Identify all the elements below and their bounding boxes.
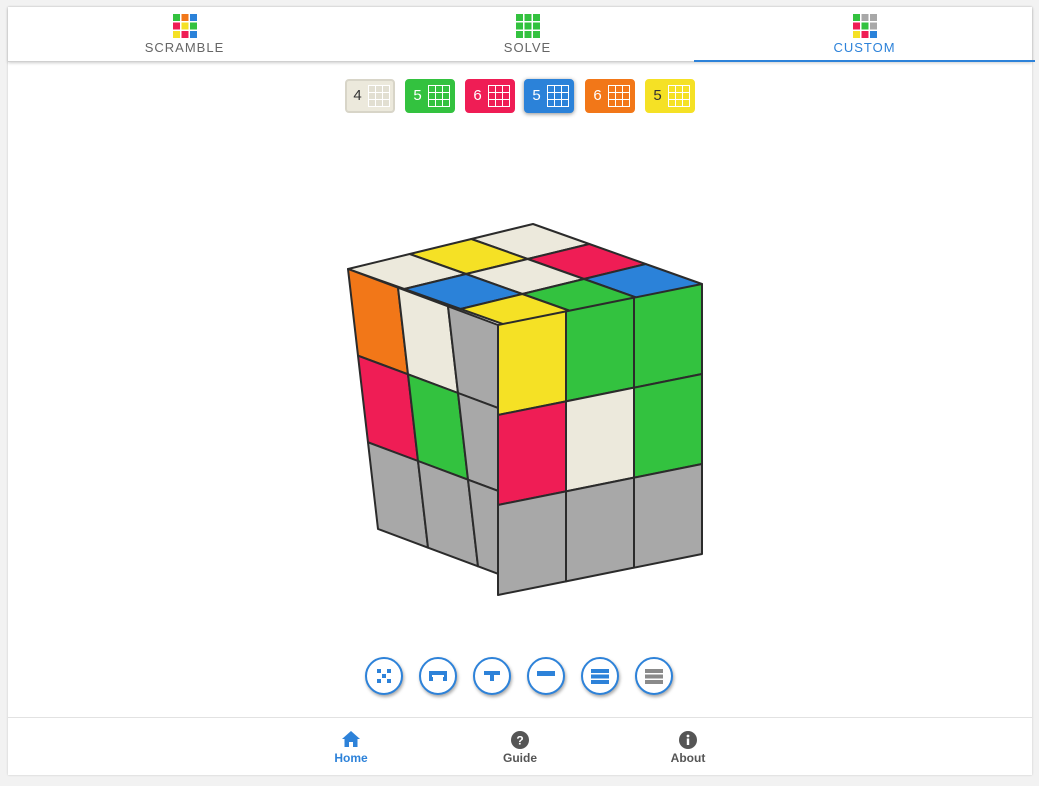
home-icon (342, 731, 360, 747)
first-layer-button[interactable] (527, 657, 565, 695)
cube-3d-view[interactable] (8, 7, 1032, 647)
right-face-sticker[interactable] (633, 283, 703, 389)
full-cube-icon (645, 669, 663, 684)
layer-top-edges-icon (484, 671, 500, 681)
nav-label: Home (334, 751, 368, 765)
two-layers-icon (591, 669, 609, 684)
bottom-navigation: Home ? Guide About (8, 717, 1032, 775)
top-edges-button[interactable] (473, 657, 511, 695)
scatter-button[interactable] (365, 657, 403, 695)
question-icon: ? (511, 731, 529, 749)
full-cube-button[interactable] (635, 657, 673, 695)
right-face-sticker[interactable] (565, 296, 635, 403)
layer-corners-icon (429, 671, 447, 681)
right-face-sticker[interactable] (633, 463, 703, 569)
first-layer-icon (537, 671, 555, 676)
nav-label: About (670, 751, 706, 765)
nav-guide[interactable]: ? Guide (480, 728, 560, 770)
two-layers-button[interactable] (581, 657, 619, 695)
nav-about[interactable]: About (648, 728, 728, 770)
svg-text:?: ? (516, 734, 523, 748)
app-frame: SCRAMBLE SOLVE CUSTOM 4 5 6 5 6 5 Home ?… (8, 7, 1035, 775)
right-face-sticker[interactable] (497, 310, 567, 416)
scatter-icon (377, 669, 391, 683)
nav-home[interactable]: Home (311, 728, 391, 770)
nav-label: Guide (502, 751, 537, 765)
layer-corners-button[interactable] (419, 657, 457, 695)
right-face-sticker[interactable] (497, 490, 567, 596)
info-icon (679, 731, 697, 749)
right-face-sticker[interactable] (565, 386, 635, 493)
right-face-sticker[interactable] (497, 400, 567, 506)
right-face-sticker[interactable] (633, 373, 703, 479)
right-face-sticker[interactable] (565, 476, 635, 583)
